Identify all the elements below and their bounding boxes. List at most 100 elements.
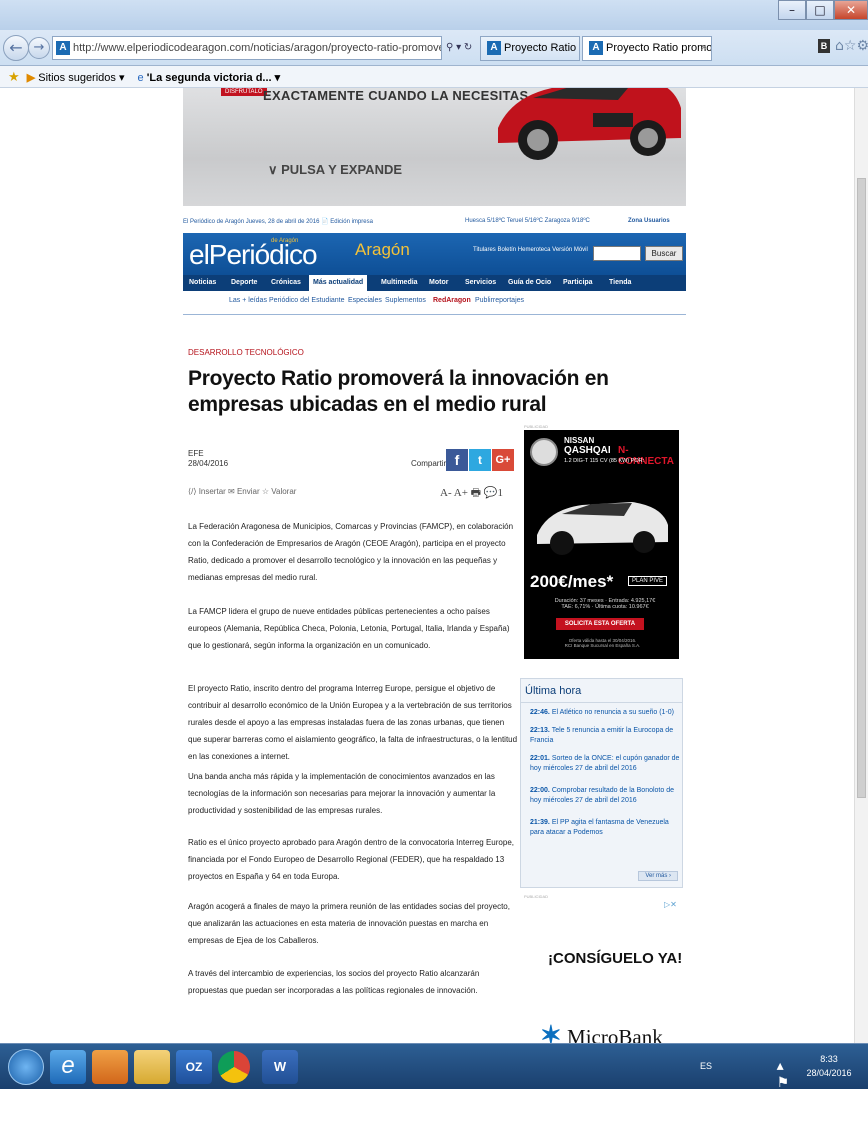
media-player-icon[interactable] bbox=[92, 1050, 128, 1084]
clock-date[interactable]: 28/04/2016 bbox=[800, 1068, 858, 1078]
subnav-item[interactable]: RedAragon bbox=[433, 297, 471, 304]
ad-slogan[interactable]: ¡CONSÍGUELO YA! bbox=[548, 950, 682, 967]
back-button[interactable]: ← bbox=[3, 35, 29, 61]
nav-item[interactable]: Deporte bbox=[231, 275, 257, 291]
file-explorer-icon[interactable] bbox=[134, 1050, 170, 1084]
ver-mas-button[interactable]: Ver más › bbox=[638, 871, 678, 881]
favorite-link[interactable]: 'La segunda victoria d... ▾ bbox=[147, 72, 280, 84]
web-page: DISFRUTALO EXACTAMENTE CUANDO LA NECESIT… bbox=[0, 88, 868, 1043]
maximize-button[interactable]: □ bbox=[806, 0, 834, 20]
news-item[interactable]: 21:39. El PP agita el fantasma de Venezu… bbox=[530, 818, 680, 838]
start-button-icon[interactable] bbox=[8, 1049, 44, 1085]
microbank-star-icon: ✶ bbox=[540, 1021, 562, 1043]
news-item[interactable]: 22:46. El Atlético no renuncia a su sueñ… bbox=[530, 708, 680, 718]
subnav-item[interactable]: Periódico del Estudiante bbox=[269, 297, 345, 304]
outlook-icon[interactable]: OZ bbox=[176, 1050, 212, 1084]
article-paragraph: Ratio es el único proyecto aprobado para… bbox=[188, 838, 514, 881]
site-search-input[interactable] bbox=[593, 246, 641, 261]
close-tab-icon[interactable]: × bbox=[701, 37, 707, 60]
nav-item[interactable]: Noticias bbox=[189, 275, 216, 291]
favorites-star-icon[interactable]: ★ bbox=[8, 69, 20, 84]
sub-nav: Las + leídas Periódico del Estudiante Es… bbox=[183, 291, 686, 315]
article-paragraph: Una banda ancha más rápida y la implemen… bbox=[188, 772, 496, 815]
ad-offer-button[interactable]: SOLICITA ESTA OFERTA bbox=[556, 618, 644, 630]
nav-item[interactable]: Guía de Ocio bbox=[508, 275, 551, 291]
adchoices-icon[interactable]: ▷✕ bbox=[664, 900, 677, 909]
nav-item-active[interactable]: Más actualidad bbox=[309, 275, 368, 291]
ad-brand: MicroBank bbox=[567, 1025, 663, 1043]
suggested-sites-link[interactable]: Sitios sugeridos ▾ bbox=[38, 72, 124, 84]
nav-item[interactable]: Motor bbox=[429, 275, 448, 291]
article-paragraph: La FAMCP lidera el grupo de nueve entida… bbox=[188, 607, 510, 650]
zona-usuarios-link[interactable]: Zona Usuarios bbox=[628, 218, 670, 224]
nissan-ad[interactable]: NISSAN QASHQAI N-CONNECTA 1.2 DIG-T 115 … bbox=[524, 430, 679, 659]
tab-1[interactable]: AProyecto Ratio promoverá la in... bbox=[480, 36, 580, 61]
ad-expand-cta[interactable]: ∨ PULSA Y EXPANDE bbox=[268, 162, 402, 178]
tray-icons[interactable]: ▴ ⚑ ▣ ◀) bbox=[777, 1057, 792, 1125]
home-star-gear-icons[interactable]: ⌂☆⚙ bbox=[835, 38, 868, 54]
internet-explorer-icon[interactable]: e bbox=[50, 1050, 86, 1084]
window-titlebar: – □ ✕ bbox=[0, 0, 868, 30]
article-paragraph: El proyecto Ratio, inscrito dentro del p… bbox=[188, 684, 518, 761]
article-tools[interactable]: ⟨/⟩ Insertar ✉ Enviar ☆ Valorar bbox=[188, 487, 296, 496]
facebook-share-icon[interactable]: f bbox=[446, 449, 468, 471]
nav-item[interactable]: Servicios bbox=[465, 275, 496, 291]
favorites-bar: ★ ▶ Sitios sugeridos ▾ e 'La segunda vic… bbox=[0, 66, 868, 88]
site-search-button[interactable]: Buscar bbox=[645, 246, 683, 261]
nav-item[interactable]: Participa bbox=[563, 275, 593, 291]
main-nav: Noticias Deporte Crónicas Más actualidad… bbox=[183, 275, 686, 291]
subnav-item[interactable]: Especiales bbox=[348, 297, 382, 304]
article-date: 28/04/2016 bbox=[188, 459, 229, 468]
gplus-share-icon[interactable]: G+ bbox=[492, 449, 514, 471]
weather-info: Huesca 5/18ºC Teruel 5/16ºC Zaragoza 9/1… bbox=[465, 218, 590, 224]
ultima-hora-box: Última hora 22:46. El Atlético no renunc… bbox=[520, 678, 683, 888]
tab-1-label: Proyecto Ratio promoverá la in... bbox=[504, 42, 579, 54]
scrollbar-thumb[interactable] bbox=[857, 178, 866, 798]
tab-2[interactable]: AProyecto Ratio promoverá l... × bbox=[582, 36, 712, 61]
minimize-button[interactable]: – bbox=[778, 0, 806, 20]
nav-item[interactable]: Multimedia bbox=[381, 275, 418, 291]
font-size-tools[interactable]: A- A+ 🖶 💬1 bbox=[440, 484, 503, 503]
header-links[interactable]: Titulares Boletín Hemeroteca Versión Móv… bbox=[473, 247, 588, 253]
bing-icon[interactable]: B bbox=[818, 39, 830, 53]
ad-terms: Duración: 37 meses · Entrada: 4.925,17€ … bbox=[554, 598, 656, 610]
ad-tag: DISFRUTALO bbox=[221, 88, 267, 96]
address-bar[interactable]: Ahttp://www.elperiodicodearagon.com/noti… bbox=[52, 36, 442, 60]
subnav-item[interactable]: Las + leídas bbox=[229, 297, 267, 304]
news-item[interactable]: 22:01. Sorteo de la ONCE: el cupón ganad… bbox=[530, 754, 680, 774]
language-indicator[interactable]: ES bbox=[700, 1061, 712, 1071]
article-author: EFE bbox=[188, 449, 204, 458]
subnav-item[interactable]: Suplementos bbox=[385, 297, 426, 304]
site-favicon-icon: A bbox=[56, 41, 70, 56]
site-masthead: elPeriódico de Aragón Aragón Titulares B… bbox=[183, 233, 686, 275]
ad-plan: PLAN PIVE bbox=[628, 576, 668, 586]
close-window-button[interactable]: ✕ bbox=[834, 0, 868, 20]
tab-favicon-icon: A bbox=[487, 41, 501, 56]
ad-brand: NISSAN bbox=[564, 436, 595, 445]
suggested-sites-icon: ▶ bbox=[26, 72, 36, 84]
top-banner-ad[interactable]: DISFRUTALO EXACTAMENTE CUANDO LA NECESIT… bbox=[183, 88, 686, 206]
news-item[interactable]: 22:13. Tele 5 renuncia a emitir la Euroc… bbox=[530, 726, 680, 746]
nav-item[interactable]: Tienda bbox=[609, 275, 631, 291]
page-scrollbar[interactable] bbox=[854, 88, 868, 1043]
microbank-ad[interactable]: ✶ MicroBank bbox=[540, 1021, 663, 1043]
tab-2-label: Proyecto Ratio promoverá l... bbox=[606, 42, 712, 54]
nav-item[interactable]: Crónicas bbox=[271, 275, 301, 291]
clock-time[interactable]: 8:33 bbox=[804, 1054, 854, 1064]
subnav-item[interactable]: Publirreportajes bbox=[475, 297, 524, 304]
word-icon[interactable]: W bbox=[262, 1050, 298, 1084]
twitter-share-icon[interactable]: t bbox=[469, 449, 491, 471]
ad-label: PUBLICIDAD bbox=[524, 894, 549, 899]
ad-engine: 1.2 DIG-T 115 CV (85 KW) POR: bbox=[564, 458, 645, 464]
chrome-icon[interactable] bbox=[218, 1051, 250, 1083]
news-item[interactable]: 22:00. Comprobar resultado de la Bonolot… bbox=[530, 786, 680, 806]
article-paragraph: Aragón acogerá a finales de mayo la prim… bbox=[188, 902, 510, 945]
site-date-line: El Periódico de Aragón Jueves, 28 de abr… bbox=[183, 219, 373, 225]
ad-headline: EXACTAMENTE CUANDO LA NECESITAS. bbox=[263, 88, 533, 103]
forward-button[interactable]: → bbox=[28, 37, 50, 59]
divider bbox=[521, 702, 682, 703]
share-label: Compartir: bbox=[411, 459, 449, 468]
address-text: http://www.elperiodicodearagon.com/notic… bbox=[73, 42, 442, 54]
search-refresh-icons[interactable]: ⚲ ▾ ↻ bbox=[446, 42, 472, 53]
article-category[interactable]: DESARROLLO TECNOLÓGICO bbox=[188, 348, 304, 357]
